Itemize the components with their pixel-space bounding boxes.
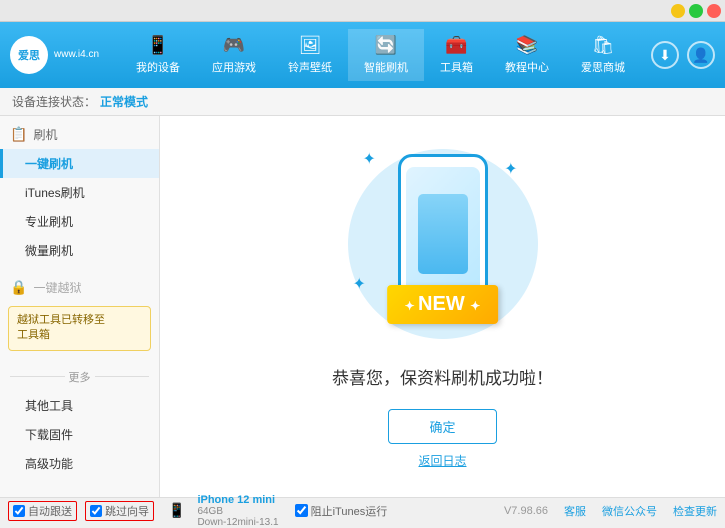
sparkle-3: ✦ [353, 274, 366, 294]
skip-guide-input[interactable] [90, 505, 102, 517]
nav-smart-flash-label: 智能刷机 [364, 59, 408, 75]
skip-guide-checkbox[interactable]: 跳过向导 [85, 501, 154, 521]
nav-smart-flash[interactable]: 🔄 智能刷机 [348, 29, 424, 81]
nav-tutorials[interactable]: 📚 教程中心 [489, 29, 565, 81]
header: 爱思 www.i4.cn 📱 我的设备 🎮 应用游戏 🖼 铃声壁纸 🔄 智能刷机… [0, 22, 725, 88]
check-update-link[interactable]: 检查更新 [673, 503, 717, 519]
nav-apps-label: 应用游戏 [212, 59, 256, 75]
sidebar-more-divider: 更多 [0, 363, 159, 391]
auto-follow-label: 自动跟送 [28, 503, 72, 519]
device-info: iPhone 12 mini 64GB Down-12mini-13.1 [197, 494, 278, 528]
nav-my-device-label: 我的设备 [136, 59, 180, 75]
customer-service-link[interactable]: 客服 [564, 503, 586, 519]
sidebar-flash-title: 刷机 [33, 126, 57, 143]
device-icon: 📱 [168, 502, 185, 519]
version-label: V7.98.66 [504, 505, 548, 517]
sidebar-jailbreak-section: 🔒 一键越狱 越狱工具已转移至工具箱 [0, 269, 159, 359]
apps-icon: 🎮 [223, 35, 245, 56]
itunes-stop[interactable]: 阻止iTunes运行 [295, 503, 388, 519]
nav-store[interactable]: 🛍 爱思商城 [565, 29, 641, 81]
nav-wallpaper[interactable]: 🖼 铃声壁纸 [272, 29, 348, 81]
download-button[interactable]: ⬇ [651, 41, 679, 69]
sidebar: 📋 刷机 一键刷机 iTunes刷机 专业刷机 微量刷机 🔒 一键越狱 越狱工 [0, 116, 160, 497]
jailbreak-icon: 🔒 [10, 279, 27, 296]
main-layout: 📋 刷机 一键刷机 iTunes刷机 专业刷机 微量刷机 🔒 一键越狱 越狱工 [0, 116, 725, 497]
status-label: 设备连接状态： [12, 93, 96, 110]
nav-wallpaper-label: 铃声壁纸 [288, 59, 332, 75]
sidebar-item-one-click-flash[interactable]: 一键刷机 [0, 149, 159, 178]
logo: 爱思 www.i4.cn [10, 36, 110, 74]
sidebar-flash-header: 📋 刷机 [0, 120, 159, 149]
sidebar-more-section: 更多 其他工具 下载固件 高级功能 [0, 359, 159, 482]
success-illustration: ✦ ✦ ✦ NEW [343, 144, 543, 344]
confirm-button[interactable]: 确定 [388, 409, 496, 444]
device-storage: 64GB [197, 506, 278, 517]
my-device-icon: 📱 [147, 35, 169, 56]
close-button[interactable] [707, 4, 721, 18]
flash-section-icon: 📋 [10, 126, 27, 143]
status-bar: 设备连接状态： 正常模式 [0, 88, 725, 116]
retry-link[interactable]: 返回日志 [418, 452, 466, 469]
device-firmware: Down-12mini-13.1 [197, 517, 278, 528]
sidebar-jailbreak-notice: 越狱工具已转移至工具箱 [8, 306, 151, 351]
sidebar-item-download-fw[interactable]: 下载固件 [0, 420, 159, 449]
toolbox-icon: 🧰 [445, 35, 467, 56]
store-icon: 🛍 [592, 35, 615, 56]
minimize-button[interactable] [671, 4, 685, 18]
bottom-left: 自动跟送 跳过向导 📱 iPhone 12 mini 64GB Down-12m… [8, 494, 504, 528]
auto-follow-checkbox[interactable]: 自动跟送 [8, 501, 77, 521]
sidebar-item-other-tools[interactable]: 其他工具 [0, 391, 159, 420]
phone-screen-inner [418, 194, 468, 274]
user-button[interactable]: 👤 [687, 41, 715, 69]
itunes-stop-checkbox[interactable] [295, 504, 308, 517]
nav-toolbox-label: 工具箱 [440, 59, 473, 75]
sidebar-item-advanced[interactable]: 高级功能 [0, 449, 159, 478]
bottom-bar: 自动跟送 跳过向导 📱 iPhone 12 mini 64GB Down-12m… [0, 497, 725, 523]
sidebar-jailbreak-header: 🔒 一键越狱 [0, 273, 159, 302]
nav-right-buttons: ⬇ 👤 [651, 41, 715, 69]
new-badge: NEW [387, 285, 499, 324]
logo-text: 爱思 [18, 47, 40, 63]
nav-apps[interactable]: 🎮 应用游戏 [196, 29, 272, 81]
bottom-right: V7.98.66 客服 微信公众号 检查更新 [504, 503, 717, 519]
maximize-button[interactable] [689, 4, 703, 18]
nav-bar: 📱 我的设备 🎮 应用游戏 🖼 铃声壁纸 🔄 智能刷机 🧰 工具箱 📚 教程中心… [110, 29, 651, 81]
logo-subtext: www.i4.cn [54, 48, 99, 62]
nav-store-label: 爱思商城 [581, 59, 625, 75]
skip-guide-label: 跳过向导 [105, 503, 149, 519]
tutorials-icon: 📚 [516, 35, 538, 56]
status-value: 正常模式 [100, 93, 148, 110]
sidebar-item-micro-flash[interactable]: 微量刷机 [0, 236, 159, 265]
success-message: 恭喜您，保资料刷机成功啦！ [332, 364, 553, 389]
sparkle-1: ✦ [363, 149, 376, 169]
nav-tutorials-label: 教程中心 [505, 59, 549, 75]
sparkle-2: ✦ [504, 159, 517, 179]
wallpaper-icon: 🖼 [299, 35, 322, 56]
nav-toolbox[interactable]: 🧰 工具箱 [424, 29, 489, 81]
logo-circle: 爱思 [10, 36, 48, 74]
sidebar-flash-section: 📋 刷机 一键刷机 iTunes刷机 专业刷机 微量刷机 [0, 116, 159, 269]
content-area: ✦ ✦ ✦ NEW 恭喜您，保资料刷机成功啦！ 确定 返回日志 [160, 116, 725, 497]
title-bar [0, 0, 725, 22]
sidebar-item-itunes-flash[interactable]: iTunes刷机 [0, 178, 159, 207]
wechat-link[interactable]: 微信公众号 [602, 503, 657, 519]
sidebar-jailbreak-title: 一键越狱 [33, 279, 81, 296]
smart-flash-icon: 🔄 [375, 35, 397, 56]
auto-follow-input[interactable] [13, 505, 25, 517]
phone-screen [406, 167, 480, 301]
sidebar-item-pro-flash[interactable]: 专业刷机 [0, 207, 159, 236]
nav-my-device[interactable]: 📱 我的设备 [120, 29, 196, 81]
device-name: iPhone 12 mini [197, 494, 278, 506]
itunes-stop-label: 阻止iTunes运行 [311, 503, 388, 519]
